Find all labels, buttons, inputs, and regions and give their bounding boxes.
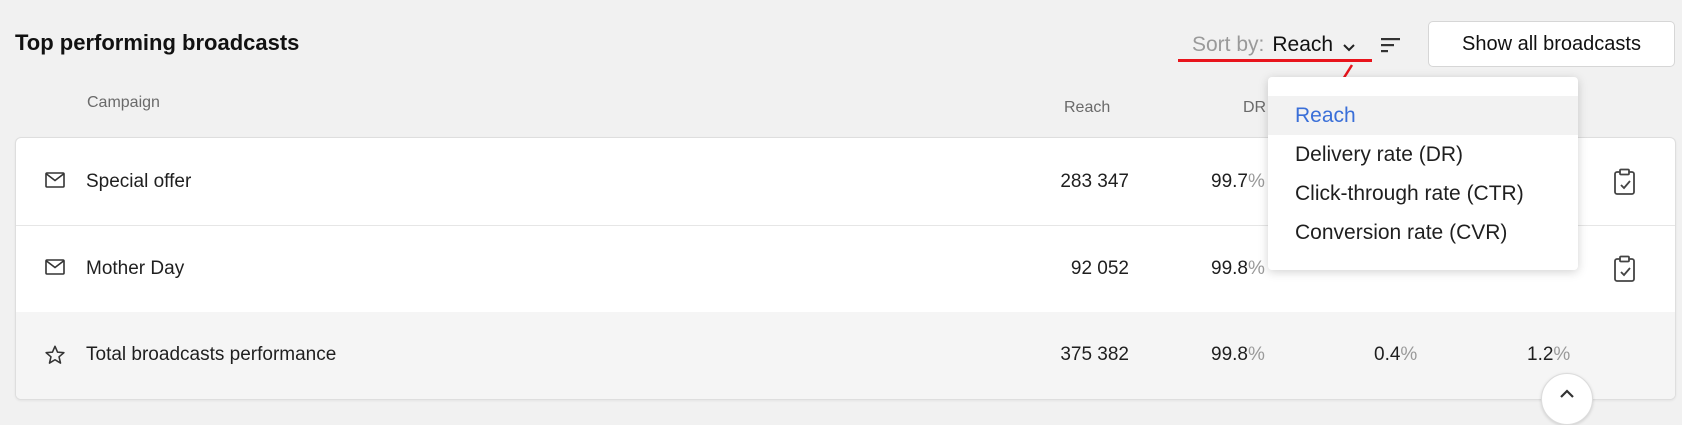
show-all-broadcasts-button[interactable]: Show all broadcasts — [1428, 21, 1675, 67]
campaign-name[interactable]: Special offer — [86, 171, 191, 193]
chevron-up-icon — [1560, 389, 1574, 398]
reach-value: 283 347 — [1060, 171, 1129, 192]
dr-value: 99.8% — [1211, 258, 1265, 279]
total-row: Total broadcasts performance 375 382 99.… — [16, 312, 1675, 399]
column-header-campaign: Campaign — [87, 94, 160, 111]
collapse-button[interactable] — [1541, 373, 1593, 425]
total-label: Total broadcasts performance — [86, 344, 337, 365]
sort-option-click-through-rate[interactable]: Click-through rate (CTR) — [1268, 174, 1578, 213]
dr-value: 99.7% — [1211, 171, 1265, 192]
star-icon — [44, 344, 66, 372]
chevron-down-icon[interactable] — [1341, 37, 1357, 53]
sort-option-conversion-rate[interactable]: Conversion rate (CVR) — [1268, 213, 1578, 252]
total-ctr-value: 0.4% — [1374, 344, 1418, 365]
campaign-name[interactable]: Mother Day — [86, 258, 184, 280]
total-cvr-value: 1.2% — [1527, 344, 1571, 365]
total-reach-value: 375 382 — [1060, 344, 1129, 365]
column-header-reach[interactable]: Reach — [1064, 99, 1110, 117]
sort-label: Sort by: — [1192, 33, 1265, 56]
sort-option-delivery-rate[interactable]: Delivery rate (DR) — [1268, 135, 1578, 174]
reach-value: 92 052 — [1070, 258, 1129, 279]
sort-dropdown[interactable]: Sort by: Reach — [1192, 33, 1357, 57]
sort-option-reach[interactable]: Reach — [1268, 96, 1578, 135]
sort-value[interactable]: Reach — [1272, 33, 1333, 57]
column-header-dr[interactable]: DR — [1243, 99, 1266, 117]
section-title: Top performing broadcasts — [15, 30, 300, 55]
clipboard-check-icon[interactable] — [1613, 168, 1637, 202]
sort-order-icon[interactable] — [1380, 36, 1402, 59]
clipboard-check-icon[interactable] — [1613, 255, 1637, 289]
total-dr-value: 99.8% — [1211, 344, 1265, 365]
sort-menu: Reach Delivery rate (DR) Click-through r… — [1268, 77, 1578, 270]
mail-icon — [45, 259, 65, 281]
mail-icon — [45, 172, 65, 194]
